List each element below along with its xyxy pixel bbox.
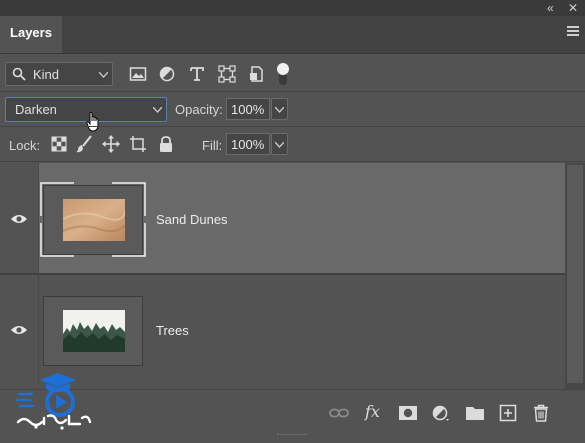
lock-label: Lock: [9, 138, 41, 153]
chevron-down-icon [275, 107, 284, 113]
layer-style-icon[interactable]: fx [365, 402, 380, 421]
new-layer-icon[interactable] [498, 404, 518, 422]
new-group-icon[interactable] [465, 404, 485, 422]
trees-thumbnail [63, 310, 125, 352]
tab-layers[interactable]: Layers [0, 16, 62, 53]
filter-kind-label: Kind [33, 67, 60, 82]
fill-label: Fill: [202, 138, 223, 153]
close-panel-button[interactable]: ✕ [568, 1, 578, 15]
watermark-logo [15, 373, 92, 430]
smart-object-filter-icon[interactable] [248, 65, 266, 83]
shape-layer-filter-icon[interactable] [218, 65, 236, 83]
filter-toggle-switch[interactable] [277, 63, 289, 85]
chevron-down-icon [99, 72, 108, 78]
divider [0, 126, 585, 127]
search-icon [12, 67, 26, 81]
chevron-down-icon [153, 107, 162, 113]
adjustment-layer-icon[interactable] [432, 404, 452, 422]
scrollbar-thumb[interactable] [567, 165, 583, 383]
eye-icon[interactable] [10, 324, 28, 336]
type-layer-filter-icon[interactable] [188, 65, 206, 83]
chevron-down-icon [275, 142, 284, 148]
filter-kind-dropdown[interactable]: Kind [5, 62, 113, 86]
lock-transparent-pixels-icon[interactable] [50, 135, 68, 153]
panel-title-strip: « ✕ [0, 0, 585, 16]
fill-slider-button[interactable] [271, 133, 288, 155]
link-layers-icon[interactable] [329, 404, 349, 422]
divider [0, 91, 585, 92]
panel-menu-icon[interactable] [567, 26, 579, 38]
layer-divider [0, 273, 565, 275]
opacity-slider-button[interactable] [271, 98, 288, 120]
visibility-column [0, 163, 39, 273]
hand-cursor-icon [86, 111, 99, 132]
pixel-layer-filter-icon[interactable] [129, 65, 147, 83]
opacity-input[interactable]: 100% [226, 98, 270, 120]
delete-layer-icon[interactable] [531, 404, 551, 422]
layer-thumbnail-frame [43, 296, 143, 366]
add-mask-icon[interactable] [398, 404, 418, 422]
fill-input[interactable]: 100% [226, 133, 270, 155]
panel-tab-bar: Layers [0, 16, 585, 54]
layer-row-sand-dunes[interactable]: Sand Dunes [0, 163, 565, 273]
divider [0, 161, 585, 162]
eye-icon[interactable] [10, 213, 28, 225]
selection-brackets [40, 182, 146, 257]
lock-artboard-icon[interactable] [129, 135, 147, 153]
lock-all-icon[interactable] [157, 135, 175, 153]
opacity-label: Opacity: [175, 102, 223, 117]
blend-mode-value: Darken [15, 102, 57, 117]
lock-image-pixels-icon[interactable] [75, 135, 93, 153]
adjustment-layer-filter-icon[interactable] [158, 65, 176, 83]
layer-name[interactable]: Trees [156, 323, 189, 338]
lock-position-icon[interactable] [102, 135, 120, 153]
resize-grip[interactable] [277, 434, 307, 438]
collapse-panel-button[interactable]: « [547, 1, 554, 15]
layer-name[interactable]: Sand Dunes [156, 212, 228, 227]
layers-list: Sand Dunes Trees [0, 163, 565, 389]
